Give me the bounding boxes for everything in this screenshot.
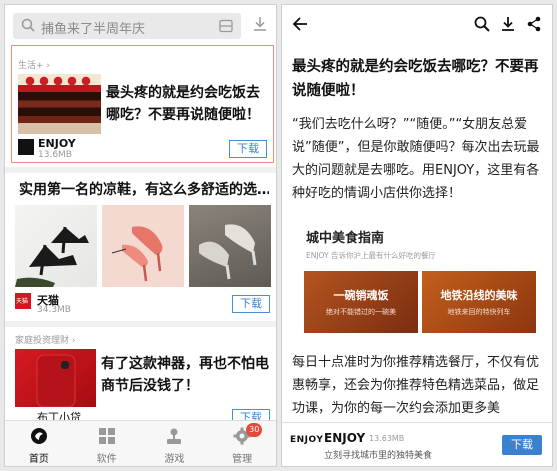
guide-card-heading: 地铁沿线的美味 <box>440 289 518 302</box>
sandal-image-grey <box>189 205 271 287</box>
search-placeholder: 捕鱼来了半周年庆 <box>41 22 146 37</box>
download-manager-icon[interactable] <box>252 15 268 33</box>
tab-software[interactable]: 软件 <box>73 421 141 466</box>
article-toolbar <box>282 5 552 45</box>
article-paragraph: 每日十点准时为你推荐精选餐厅，不仅有优惠畅享，还会为你推荐特色精选菜品，做足功课… <box>292 355 540 416</box>
food-guide-banner[interactable]: 城中美食指南 ENJOY 告诉你沪上最有什么好吃的餐厅 一碗销魂饭 绝对不能错过… <box>304 219 542 345</box>
app-name: ENJOY <box>324 431 366 445</box>
tab-home[interactable]: 首页 <box>5 421 73 466</box>
guide-card-heading: 一碗销魂饭 <box>333 289 389 302</box>
sandal-image-pink <box>102 205 184 287</box>
tab-label: 游戏 <box>164 454 185 465</box>
guide-card-sub: 地铁来回的特快列车 <box>447 308 511 316</box>
tab-games[interactable]: 游戏 <box>141 421 209 466</box>
enjoy-app-logo <box>18 139 34 155</box>
app-name: ENJOY <box>38 137 76 150</box>
card-title[interactable]: 最头疼的就是约会吃饭去哪吃？不要再说随便啦！ <box>106 82 272 126</box>
divider <box>5 321 276 327</box>
download-button[interactable]: 下载 <box>229 140 267 158</box>
back-arrow-icon[interactable] <box>292 16 308 32</box>
app-description: 立刻寻找城市里的独特美食 <box>324 451 433 461</box>
top-bar: 捕鱼来了半周年庆 <box>5 5 276 45</box>
search-icon <box>21 18 35 32</box>
search-icon[interactable] <box>474 16 490 32</box>
search-input[interactable]: 捕鱼来了半周年庆 <box>13 13 241 39</box>
guide-card-sub: 绝对不能错过的一碗美 <box>326 308 396 316</box>
bottom-tab-bar: 首页 软件 游戏 30 管理 <box>5 420 276 466</box>
guide-card[interactable]: 地铁沿线的美味 地铁来回的特快列车 <box>422 271 536 333</box>
tab-label: 软件 <box>96 454 117 465</box>
feed-card-enjoy[interactable]: 生活+ › 最头疼的就是约会吃饭去哪吃？不要再说随便啦！ ENJOY 13.6M… <box>11 45 274 163</box>
guide-subtitle: ENJOY 告诉你沪上最有什么好吃的餐厅 <box>306 251 437 260</box>
tab-manage[interactable]: 30 管理 <box>208 421 276 466</box>
tmall-app-logo: 天猫 <box>15 293 31 309</box>
scan-icon[interactable] <box>219 19 233 33</box>
app-download-bar: ENJOY ENJOY 13.63MB 立刻寻找城市里的独特美食 下载 <box>282 422 552 466</box>
share-icon[interactable] <box>526 16 542 32</box>
enjoy-logo: ENJOY <box>290 435 324 445</box>
app-size: 34.3MB <box>37 305 71 315</box>
joystick-icon <box>167 428 182 444</box>
card-title[interactable]: 有了这款神器，再也不怕电商节后没钱了！ <box>101 353 271 397</box>
tab-label: 管理 <box>232 454 253 465</box>
guide-title: 城中美食指南 <box>306 231 385 246</box>
screenshot-frame: 捕鱼来了半周年庆 生活+ › 最头疼的就是约会吃饭去哪吃？不要再说随便啦！ EN… <box>0 0 557 471</box>
home-logo-icon <box>30 428 47 444</box>
logo-text: 天猫 <box>16 298 29 305</box>
article-paragraph: “我们去吃什么呀？”“随便。”“女朋友总爱说”随便”，但是你敢随便吗？每次出去玩… <box>292 117 540 201</box>
download-button[interactable]: 下载 <box>502 435 542 455</box>
divider <box>5 167 276 173</box>
card-category[interactable]: 家庭投资理财 › <box>15 333 75 346</box>
grid-icon <box>98 428 115 444</box>
download-button[interactable]: 下载 <box>232 295 270 313</box>
article-screen: 最头疼的就是约会吃饭去哪吃？不要再说随便啦！ “我们去吃什么呀？”“随便。”“女… <box>281 4 553 467</box>
notification-badge: 30 <box>246 423 263 437</box>
sandal-image-black <box>15 205 97 287</box>
tab-label: 首页 <box>28 454 49 465</box>
red-phone-image <box>15 349 96 408</box>
app-size: 13.63MB <box>369 434 405 443</box>
app-size: 13.6MB <box>38 150 72 160</box>
download-icon[interactable] <box>500 16 516 32</box>
card-title[interactable]: 实用第一名的凉鞋，有这么多舒适的选… <box>19 179 269 199</box>
feed-screen: 捕鱼来了半周年庆 生活+ › 最头疼的就是约会吃饭去哪吃？不要再说随便啦！ EN… <box>4 4 277 467</box>
guide-card[interactable]: 一碗销魂饭 绝对不能错过的一碗美 <box>304 271 418 333</box>
cake-image <box>18 74 101 134</box>
article-title: 最头疼的就是约会吃饭去哪吃？不要再说随便啦！ <box>292 59 539 99</box>
card-category[interactable]: 生活+ › <box>18 58 50 71</box>
